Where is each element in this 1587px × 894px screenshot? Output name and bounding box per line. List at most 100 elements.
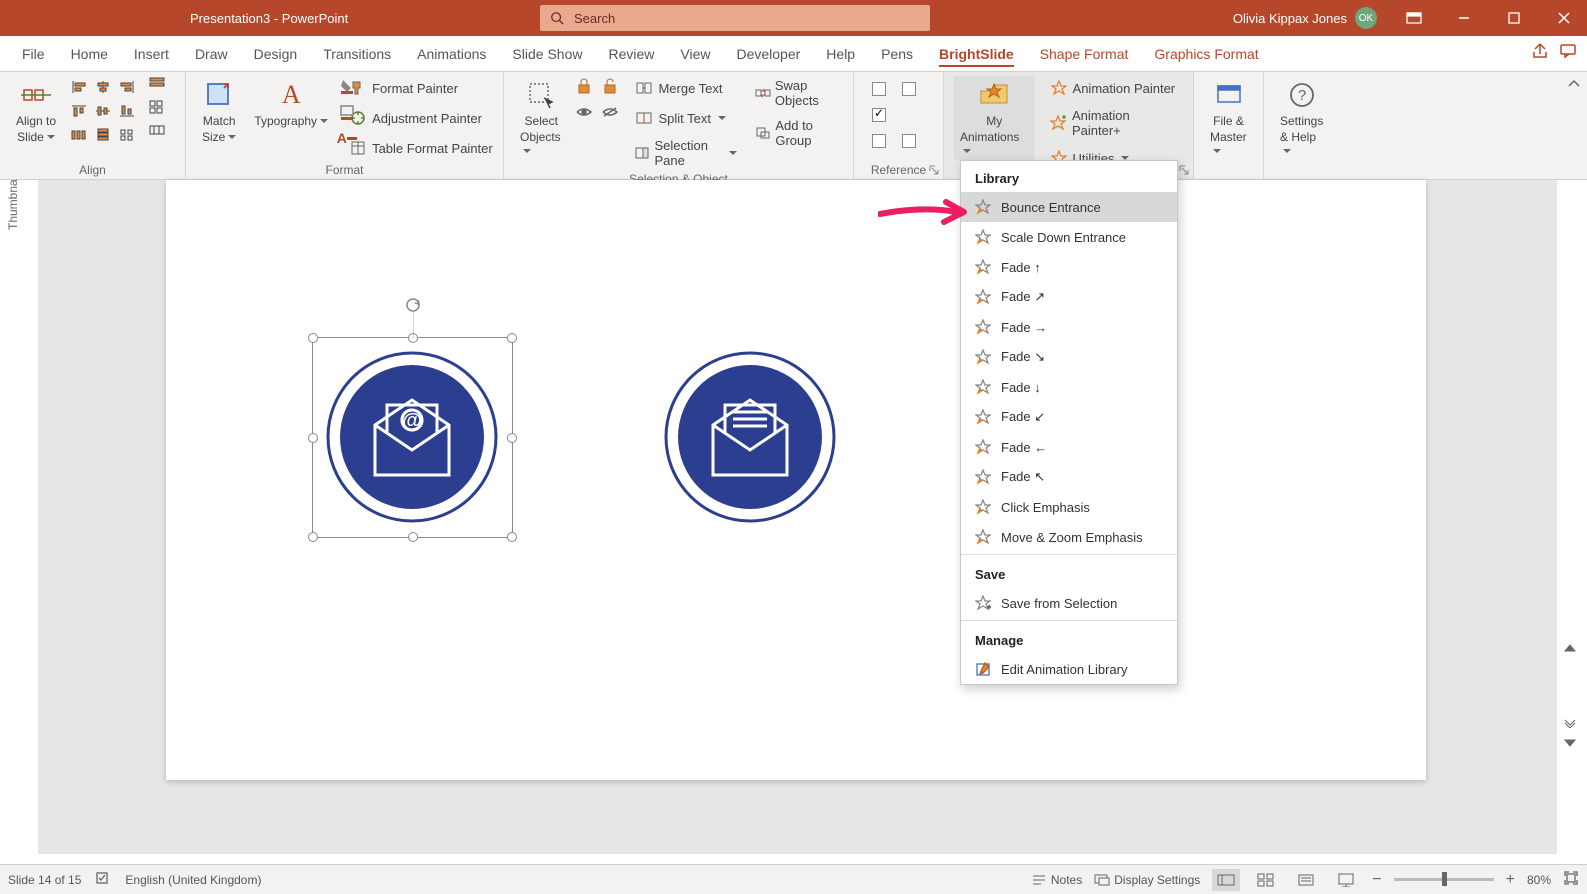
- normal-view-icon[interactable]: [1212, 869, 1240, 891]
- tab-view[interactable]: View: [668, 36, 722, 72]
- zoom-slider[interactable]: [1394, 878, 1494, 881]
- fill-color-icon[interactable]: [337, 76, 357, 96]
- library-item-fade-sw[interactable]: Fade ↙: [961, 402, 1177, 432]
- ref-check-2[interactable]: [902, 82, 916, 96]
- scroll-marker-icon[interactable]: [1563, 715, 1579, 731]
- library-item-fade-down[interactable]: Fade ↓: [961, 372, 1177, 402]
- animation-painter-button[interactable]: Animation Painter: [1045, 76, 1183, 100]
- slideshow-view-icon[interactable]: [1332, 869, 1360, 891]
- email-lines-circle-icon[interactable]: [663, 350, 838, 525]
- fit-to-window-icon[interactable]: [1563, 870, 1579, 889]
- library-item-move-zoom-emphasis[interactable]: Move & Zoom Emphasis: [961, 522, 1177, 552]
- dialog-launcher-icon[interactable]: [1177, 163, 1191, 177]
- tab-insert[interactable]: Insert: [122, 36, 181, 72]
- grid-icon[interactable]: [116, 124, 138, 146]
- spell-check-icon[interactable]: [95, 871, 111, 888]
- user-account[interactable]: Olivia Kippax Jones OK: [1233, 7, 1377, 29]
- adjustment-painter-button[interactable]: Adjustment Painter: [344, 106, 497, 130]
- tab-slideshow[interactable]: Slide Show: [500, 36, 594, 72]
- share-icon[interactable]: [1531, 42, 1549, 65]
- library-item-fade-left[interactable]: Fade ←: [961, 432, 1177, 462]
- merge-text-button[interactable]: Merge Text: [630, 76, 740, 100]
- align-top-icon[interactable]: [68, 100, 90, 122]
- selection-handle-nw[interactable]: [308, 333, 318, 343]
- ref-check-4[interactable]: [872, 134, 886, 148]
- tab-draw[interactable]: Draw: [183, 36, 240, 72]
- zoom-in-button[interactable]: +: [1506, 871, 1515, 889]
- show-icon[interactable]: [574, 102, 594, 122]
- library-item-scale-down-entrance[interactable]: Scale Down Entrance: [961, 222, 1177, 252]
- align-misc-2-icon[interactable]: [148, 99, 166, 120]
- library-item-bounce-entrance[interactable]: Bounce Entrance: [961, 192, 1177, 222]
- typography-button[interactable]: A Typography: [248, 76, 334, 130]
- ribbon-display-icon[interactable]: [1391, 0, 1437, 36]
- align-misc-3-icon[interactable]: [148, 122, 166, 143]
- swap-objects-button[interactable]: Swap Objects: [751, 76, 843, 110]
- edit-animation-library-item[interactable]: Edit Animation Library: [961, 654, 1177, 684]
- tab-brightslide[interactable]: BrightSlide: [927, 36, 1026, 72]
- distribute-v-icon[interactable]: [92, 124, 114, 146]
- library-item-fade-se[interactable]: Fade ↘: [961, 342, 1177, 372]
- selection-handle-se[interactable]: [507, 532, 517, 542]
- library-item-fade-ne[interactable]: Fade ↗: [961, 282, 1177, 312]
- align-center-icon[interactable]: [92, 76, 114, 98]
- outline-color-icon[interactable]: [337, 102, 357, 122]
- library-item-fade-right[interactable]: Fade →: [961, 312, 1177, 342]
- settings-help-button[interactable]: ? Settings & Help: [1274, 76, 1329, 160]
- reading-view-icon[interactable]: [1292, 869, 1320, 891]
- scroll-up-icon[interactable]: [1563, 640, 1579, 656]
- selection-handle-w[interactable]: [308, 433, 318, 443]
- zoom-out-button[interactable]: −: [1372, 871, 1381, 889]
- ref-check-5[interactable]: [902, 134, 916, 148]
- align-bottom-icon[interactable]: [116, 100, 138, 122]
- unlock-icon[interactable]: [600, 76, 620, 96]
- select-objects-button[interactable]: Select Objects: [514, 76, 568, 160]
- format-painter-button[interactable]: Format Painter: [344, 76, 497, 100]
- collapse-ribbon-icon[interactable]: [1567, 76, 1581, 94]
- tab-developer[interactable]: Developer: [724, 36, 812, 72]
- align-middle-icon[interactable]: [92, 100, 114, 122]
- tab-home[interactable]: Home: [59, 36, 120, 72]
- language-label[interactable]: English (United Kingdom): [125, 873, 261, 887]
- ref-check-3[interactable]: [872, 108, 886, 122]
- my-animations-button[interactable]: My Animations: [954, 76, 1035, 160]
- ref-check-1[interactable]: [872, 82, 886, 96]
- animation-painter-plus-button[interactable]: Animation Painter+: [1045, 106, 1183, 140]
- selection-handle-e[interactable]: [507, 433, 517, 443]
- comments-icon[interactable]: [1559, 42, 1577, 65]
- tab-shape-format[interactable]: Shape Format: [1028, 36, 1141, 72]
- selection-pane-button[interactable]: Selection Pane: [630, 136, 740, 170]
- hide-icon[interactable]: [600, 102, 620, 122]
- tab-help[interactable]: Help: [814, 36, 867, 72]
- minimize-icon[interactable]: [1441, 0, 1487, 36]
- match-size-button[interactable]: Match Size: [196, 76, 242, 146]
- file-master-button[interactable]: File & Master: [1204, 76, 1253, 160]
- align-right-icon[interactable]: [116, 76, 138, 98]
- display-settings-button[interactable]: Display Settings: [1094, 873, 1200, 887]
- tab-graphics-format[interactable]: Graphics Format: [1142, 36, 1270, 72]
- font-color-icon[interactable]: A: [337, 128, 357, 148]
- slide-counter[interactable]: Slide 14 of 15: [8, 873, 81, 887]
- zoom-level[interactable]: 80%: [1527, 873, 1551, 887]
- tab-pens[interactable]: Pens: [869, 36, 925, 72]
- align-left-icon[interactable]: [68, 76, 90, 98]
- scroll-down-icon[interactable]: [1563, 735, 1579, 751]
- search-input[interactable]: Search: [540, 5, 930, 31]
- tab-animations[interactable]: Animations: [405, 36, 498, 72]
- lock-icon[interactable]: [574, 76, 594, 96]
- save-from-selection-item[interactable]: Save from Selection: [961, 588, 1177, 618]
- library-item-fade-up[interactable]: Fade ↑: [961, 252, 1177, 282]
- close-icon[interactable]: [1541, 0, 1587, 36]
- tab-design[interactable]: Design: [242, 36, 310, 72]
- slide-sorter-view-icon[interactable]: [1252, 869, 1280, 891]
- tab-review[interactable]: Review: [596, 36, 666, 72]
- selection-handle-sw[interactable]: [308, 532, 318, 542]
- split-text-button[interactable]: Split Text: [630, 106, 740, 130]
- tab-transitions[interactable]: Transitions: [311, 36, 403, 72]
- selection-handle-s[interactable]: [408, 532, 418, 542]
- library-item-fade-nw[interactable]: Fade ↖: [961, 462, 1177, 492]
- align-misc-1-icon[interactable]: [148, 76, 166, 97]
- notes-button[interactable]: Notes: [1031, 873, 1082, 887]
- library-item-click-emphasis[interactable]: Click Emphasis: [961, 492, 1177, 522]
- tab-file[interactable]: File: [10, 36, 57, 72]
